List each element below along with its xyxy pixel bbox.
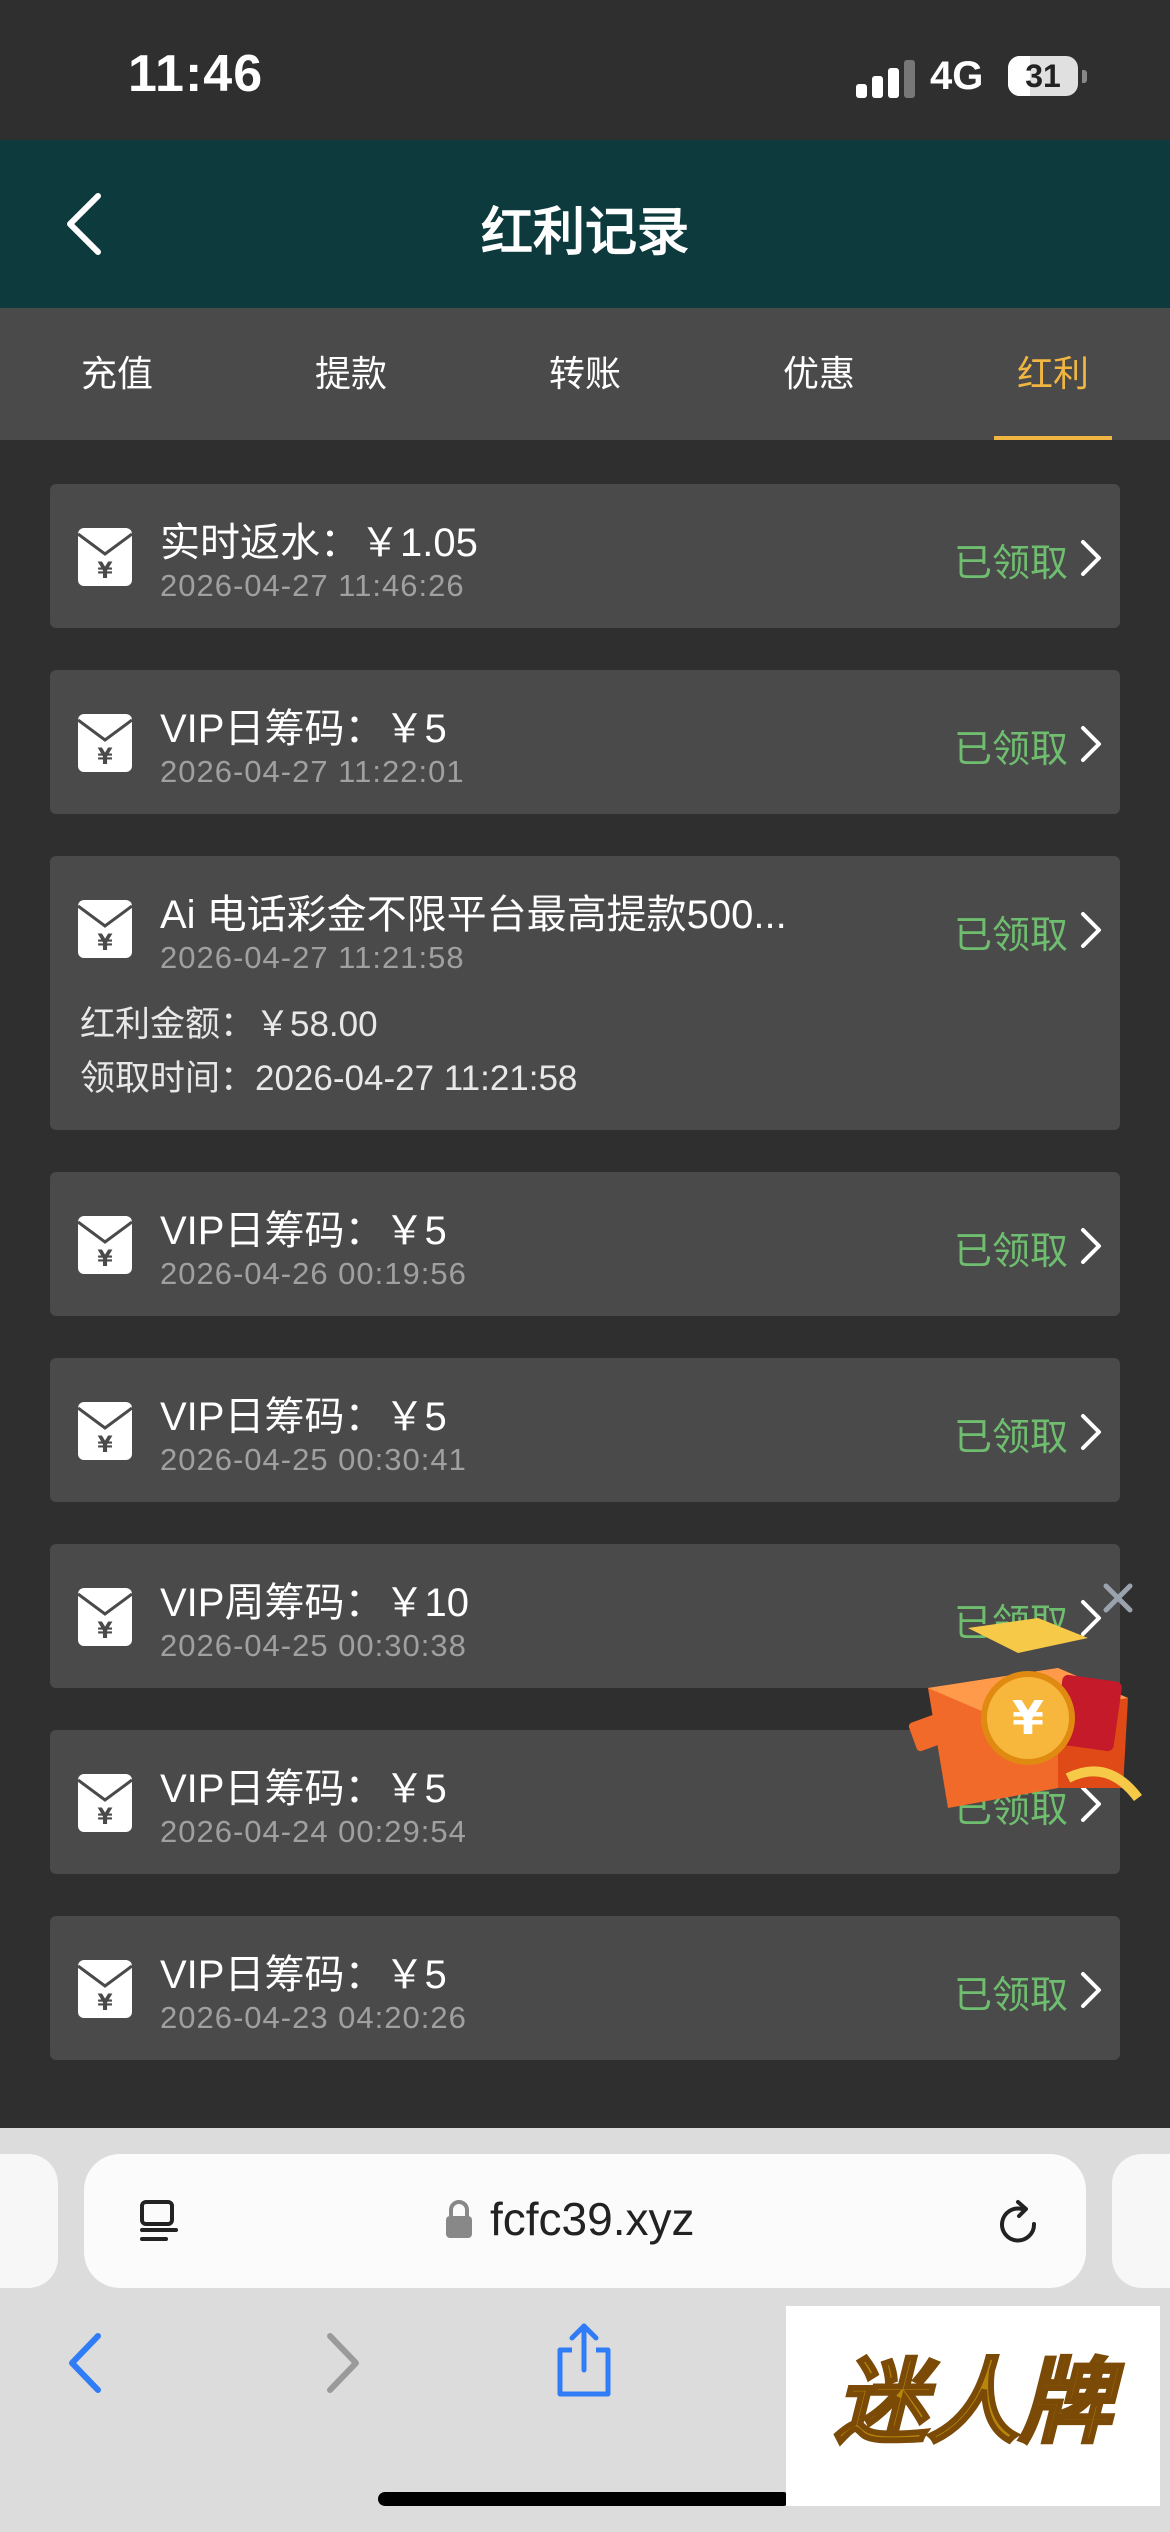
tab-bar: 充值 提款 转账 优惠 红利 — [0, 308, 1170, 440]
tab-label: 充值 — [80, 353, 153, 394]
claim-status: 已领取 — [953, 729, 1068, 771]
watermark-logo: 迷人牌 — [786, 2306, 1160, 2506]
browser-forward-icon[interactable] — [320, 2330, 364, 2396]
share-icon[interactable] — [552, 2320, 616, 2400]
record-title: VIP日筹码：￥5 — [160, 1395, 447, 1439]
claim-status: 已领取 — [953, 543, 1068, 585]
record-detail: 红利金额：￥58.00 领取时间：2026-04-27 11:21:58 — [50, 998, 1120, 1130]
record-title: VIP日筹码：￥5 — [160, 707, 447, 751]
record-time: 2026-04-23 04:20:26 — [160, 2000, 467, 2035]
watermark-text: 迷人牌 — [835, 2348, 1124, 2456]
svg-text:¥: ¥ — [97, 1805, 113, 1830]
page-header: 红利记录 — [0, 140, 1170, 308]
svg-text:¥: ¥ — [97, 1619, 113, 1644]
chevron-right-icon — [1081, 912, 1101, 948]
chevron-right-icon — [1081, 1228, 1101, 1264]
tab-bonus[interactable]: 红利 — [936, 308, 1170, 440]
claim-time: 领取时间：2026-04-27 11:21:58 — [80, 1059, 578, 1098]
claim-status: 已领取 — [953, 1417, 1068, 1459]
envelope-icon: ¥ — [78, 1216, 132, 1274]
record-card[interactable]: ¥ VIP日筹码：￥5 2026-04-26 00:19:56 已领取 — [50, 1172, 1120, 1316]
chevron-right-icon — [1081, 1414, 1101, 1450]
chevron-right-icon — [1081, 726, 1101, 762]
claim-status: 已领取 — [953, 915, 1068, 957]
svg-text:¥: ¥ — [97, 1991, 113, 2016]
envelope-icon: ¥ — [78, 1960, 132, 2018]
next-tab-preview[interactable] — [1112, 2154, 1170, 2288]
browser-back-icon[interactable] — [64, 2330, 108, 2396]
record-card[interactable]: ¥ VIP日筹码：￥5 2026-04-23 04:20:26 已领取 — [50, 1916, 1120, 2060]
record-time: 2026-04-26 00:19:56 — [160, 1256, 467, 1291]
tab-transfer[interactable]: 转账 — [468, 308, 702, 440]
envelope-icon: ¥ — [78, 900, 132, 958]
svg-text:¥: ¥ — [97, 1247, 113, 1272]
record-title: VIP日筹码：￥5 — [160, 1953, 447, 1997]
active-tab-indicator — [994, 436, 1112, 440]
url-text: fcfc39.xyz — [490, 2193, 695, 2245]
tab-promotion[interactable]: 优惠 — [702, 308, 936, 440]
tab-label: 提款 — [314, 353, 387, 394]
svg-text:¥: ¥ — [97, 745, 113, 770]
envelope-icon: ¥ — [78, 1774, 132, 1832]
record-time: 2026-04-27 11:22:01 — [160, 754, 465, 789]
status-time: 11:46 — [128, 45, 264, 103]
signal-icon — [856, 58, 916, 98]
tab-label: 优惠 — [782, 353, 855, 394]
record-time: 2026-04-24 00:29:54 — [160, 1814, 467, 1849]
tab-withdraw[interactable]: 提款 — [234, 308, 468, 440]
tab-recharge[interactable]: 充值 — [0, 308, 234, 440]
record-card[interactable]: ¥ 实时返水：￥1.05 2026-04-27 11:46:26 已领取 — [50, 484, 1120, 628]
record-title: VIP日筹码：￥5 — [160, 1767, 447, 1811]
battery-level: 31 — [1025, 58, 1061, 94]
record-time: 2026-04-25 00:30:38 — [160, 1628, 467, 1663]
lock-icon — [446, 2200, 472, 2238]
record-time: 2026-04-25 00:30:41 — [160, 1442, 467, 1477]
tab-label: 红利 — [1016, 353, 1089, 394]
svg-text:¥: ¥ — [1012, 1691, 1044, 1745]
address-bar[interactable]: fcfc39.xyz — [84, 2154, 1086, 2288]
bonus-amount: 红利金额：￥58.00 — [80, 1005, 378, 1044]
record-title: VIP日筹码：￥5 — [160, 1209, 447, 1253]
envelope-icon: ¥ — [78, 714, 132, 772]
page-title: 红利记录 — [480, 204, 689, 262]
chevron-right-icon — [1081, 540, 1101, 576]
svg-text:¥: ¥ — [97, 931, 113, 956]
envelope-icon: ¥ — [78, 1402, 132, 1460]
previous-tab-preview[interactable] — [0, 2154, 58, 2288]
bonus-record-list: ¥ 实时返水：￥1.05 2026-04-27 11:46:26 已领取 ¥ V… — [50, 484, 1120, 2102]
page-menu-icon[interactable] — [136, 2198, 184, 2246]
envelope-icon: ¥ — [78, 1588, 132, 1646]
claim-status: 已领取 — [953, 1975, 1068, 2017]
status-bar: 11:46 4G 31 — [0, 0, 1170, 140]
network-type: 4G — [930, 54, 984, 98]
chevron-right-icon — [1081, 1972, 1101, 2008]
watermark-logo-art: 迷人牌 — [833, 2347, 1125, 2458]
tab-label: 转账 — [548, 353, 621, 394]
record-title: 实时返水：￥1.05 — [160, 521, 478, 565]
record-time: 2026-04-27 11:21:58 — [160, 940, 465, 975]
record-title: VIP周筹码：￥10 — [160, 1581, 469, 1625]
close-icon[interactable] — [1098, 1578, 1138, 1618]
svg-text:¥: ¥ — [97, 559, 113, 584]
record-time: 2026-04-27 11:46:26 — [160, 568, 465, 603]
battery-icon: 31 — [1008, 56, 1078, 96]
envelope-icon: ¥ — [78, 528, 132, 586]
gift-box-float-button[interactable]: ¥ — [908, 1608, 1144, 1828]
record-card[interactable]: ¥ VIP日筹码：￥5 2026-04-27 11:22:01 已领取 — [50, 670, 1120, 814]
record-card[interactable]: ¥ VIP日筹码：￥5 2026-04-25 00:30:41 已领取 — [50, 1358, 1120, 1502]
record-card-expanded[interactable]: ¥ Ai 电话彩金不限平台最高提款500... 2026-04-27 11:21… — [50, 856, 1120, 1130]
record-title: Ai 电话彩金不限平台最高提款500... — [160, 893, 787, 937]
home-indicator — [378, 2492, 790, 2506]
reload-icon[interactable] — [992, 2198, 1044, 2250]
battery-tip — [1082, 70, 1087, 83]
claim-status: 已领取 — [953, 1231, 1068, 1273]
svg-text:¥: ¥ — [97, 1433, 113, 1458]
